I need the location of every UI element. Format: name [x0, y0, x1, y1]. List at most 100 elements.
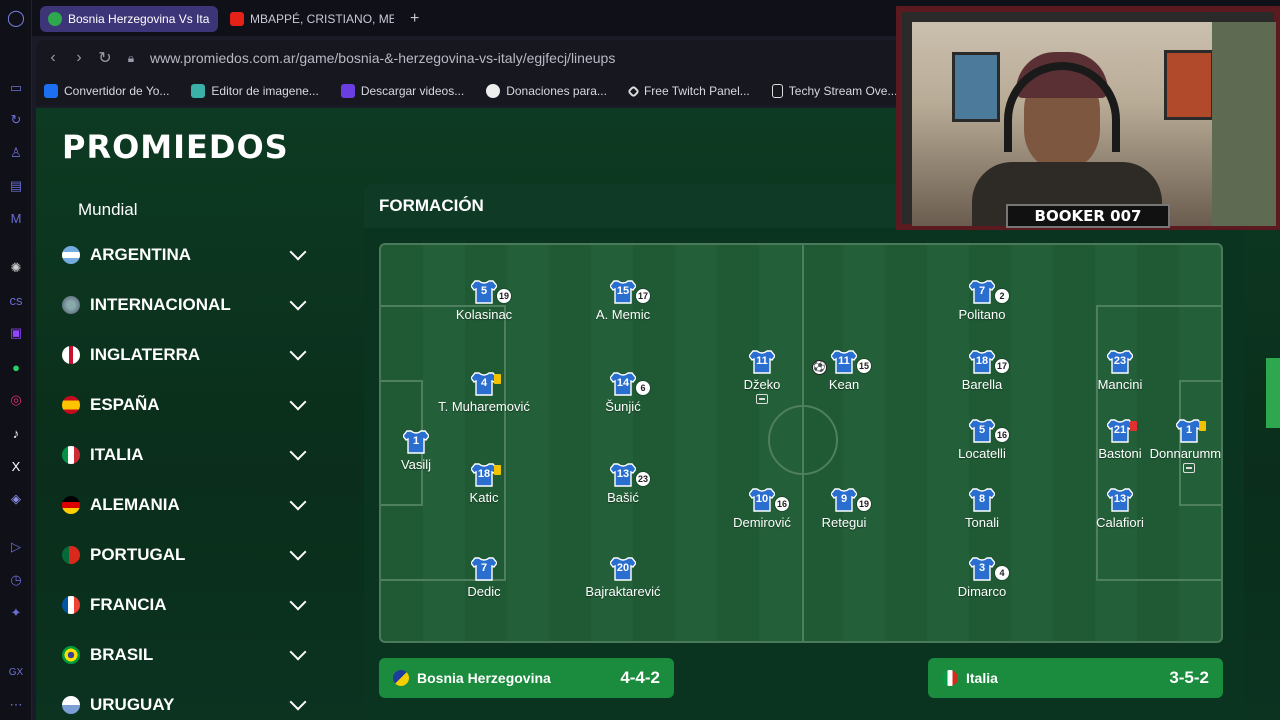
away-player[interactable]: 3 Dimarco 4 — [922, 557, 1042, 599]
play-icon[interactable]: ▷ — [6, 537, 26, 557]
refresh-icon[interactable]: ↻ — [6, 110, 26, 130]
away-player[interactable]: 23 Mancini — [1060, 350, 1180, 392]
shirt-number: 23 — [1113, 355, 1127, 367]
tab-active[interactable]: Bosnia Herzegovina Vs Ita — [40, 6, 218, 32]
league-item-argentina[interactable]: ARGENTINA — [62, 240, 312, 270]
league-item-inglaterra[interactable]: INGLATERRA — [62, 340, 312, 370]
bookmark-item[interactable]: Techy Stream Ove... — [771, 84, 897, 98]
home-team-bar[interactable]: Bosnia Herzegovina 4-4-2 — [379, 658, 674, 698]
scroll-accent — [1266, 358, 1280, 428]
player-name: Locatelli — [958, 446, 1006, 461]
league-item-alemania[interactable]: ALEMANIA — [62, 490, 312, 520]
sidebar-title[interactable]: Mundial — [78, 200, 138, 220]
shirt-number: 8 — [978, 493, 986, 505]
shirt-icon: 18 — [969, 350, 995, 374]
chevron-down-icon[interactable] — [289, 493, 307, 511]
shirt-number: 3 — [978, 562, 986, 574]
bookmark-item[interactable]: Free Twitch Panel... — [627, 84, 750, 98]
player-icon[interactable]: ▭ — [6, 78, 26, 98]
shirt-icon: 1 — [403, 430, 429, 454]
messenger-icon[interactable]: M — [6, 208, 26, 228]
league-name: INGLATERRA — [90, 345, 201, 364]
away-player[interactable]: 7 Politano 2 — [922, 280, 1042, 322]
bookmark-item[interactable]: Convertidor de Yo... — [44, 84, 169, 98]
league-name: ESPAÑA — [90, 395, 160, 414]
chevron-down-icon[interactable] — [289, 693, 307, 711]
home-player[interactable]: 5 Kolasinac 19 — [424, 280, 544, 322]
player-name: Politano — [958, 307, 1006, 322]
away-player[interactable]: 9 Retegui 19 — [784, 488, 904, 530]
away-team-bar[interactable]: Italia 3-5-2 — [928, 658, 1223, 698]
home-player[interactable]: 20 Bajraktarević — [563, 557, 683, 599]
cs-icon[interactable]: cs — [6, 290, 26, 310]
away-player[interactable]: 13 Calafiori — [1060, 488, 1180, 530]
chevron-down-icon[interactable] — [289, 393, 307, 411]
away-player[interactable]: 8 Tonali — [922, 488, 1042, 530]
tiktok-icon[interactable]: ♪ — [6, 423, 26, 443]
league-item-españa[interactable]: ESPAÑA — [62, 390, 312, 420]
twitch-icon[interactable]: ▣ — [6, 323, 26, 343]
flag-icon — [62, 496, 80, 514]
easy-setup-icon[interactable]: ▤ — [6, 176, 26, 196]
league-item-internacional[interactable]: INTERNACIONAL — [62, 290, 312, 320]
home-player[interactable]: 4 T. Muharemović — [424, 372, 544, 414]
away-player[interactable]: 11 Kean 15 ⚽ — [784, 350, 904, 392]
home-player[interactable]: 15 A. Memic 17 — [563, 280, 683, 322]
rating-badge: 19 — [856, 496, 872, 512]
league-item-francia[interactable]: FRANCIA — [62, 590, 312, 620]
shirt-number: 9 — [840, 493, 848, 505]
reload-icon[interactable]: ↻ — [92, 48, 118, 68]
league-name: BRASIL — [90, 645, 154, 664]
tab-youtube[interactable]: MBAPPÉ, CRISTIANO, MES — [222, 6, 394, 32]
back-icon[interactable]: ‹ — [40, 49, 66, 67]
home-player[interactable]: 7 Dedic — [424, 557, 544, 599]
bookmark-item[interactable]: Descargar videos... — [340, 84, 464, 98]
gx-icon[interactable]: GX — [6, 662, 26, 682]
chevron-down-icon[interactable] — [289, 543, 307, 561]
home-player[interactable]: 13 Bašić 23 — [563, 463, 683, 505]
league-item-brasil[interactable]: BRASIL — [62, 640, 312, 670]
instagram-icon[interactable]: ◎ — [6, 390, 26, 410]
player-name: Dimarco — [957, 584, 1007, 599]
whatsapp-icon[interactable]: ● — [6, 357, 26, 377]
chevron-down-icon[interactable] — [289, 293, 307, 311]
opera-logo-icon[interactable]: ◯ — [6, 8, 26, 28]
away-player[interactable]: 18 Barella 17 — [922, 350, 1042, 392]
bookmark-item[interactable]: Donaciones para... — [486, 84, 607, 98]
webcam-video — [912, 22, 1276, 226]
flag-icon — [62, 396, 80, 414]
lock-icon[interactable]: 🔒︎ — [118, 51, 144, 66]
league-name: INTERNACIONAL — [90, 295, 231, 314]
league-item-uruguay[interactable]: URUGUAY — [62, 690, 312, 720]
chevron-down-icon[interactable] — [289, 343, 307, 361]
bookmark-item[interactable]: Editor de imagene... — [191, 84, 319, 98]
league-item-portugal[interactable]: PORTUGAL — [62, 540, 312, 570]
shirt-icon: 14 — [610, 372, 636, 396]
tab-label: Bosnia Herzegovina Vs Ita — [68, 12, 210, 26]
chevron-down-icon[interactable] — [289, 643, 307, 661]
x-icon[interactable]: X — [6, 456, 26, 476]
more-icon[interactable]: ⋯ — [6, 695, 26, 715]
away-player[interactable]: 1 Donnarumma — [1129, 419, 1223, 473]
extensions-icon[interactable]: ✦ — [6, 603, 26, 623]
shirt-icon: 8 — [969, 488, 995, 512]
discord-icon[interactable]: ◈ — [6, 489, 26, 509]
home-player[interactable]: 14 Šunjić 6 — [563, 372, 683, 414]
url-field[interactable]: www.promiedos.com.ar/game/bosnia-&-herze… — [150, 50, 615, 66]
chevron-down-icon[interactable] — [289, 243, 307, 261]
chatgpt-icon[interactable]: ✺ — [6, 258, 26, 278]
shirt-number: 20 — [616, 562, 630, 574]
aria-icon[interactable]: ♙ — [6, 143, 26, 163]
history-icon[interactable]: ◷ — [6, 570, 26, 590]
player-name: Donnarumma — [1149, 446, 1223, 461]
site-logo[interactable]: PROMIEDOS — [62, 128, 289, 166]
chevron-down-icon[interactable] — [289, 443, 307, 461]
home-player[interactable]: 18 Katic — [424, 463, 544, 505]
shirt-number: 1 — [412, 435, 420, 447]
league-name: ARGENTINA — [90, 245, 192, 264]
league-item-italia[interactable]: ITALIA — [62, 440, 312, 470]
new-tab-button[interactable]: + — [402, 6, 428, 32]
chevron-down-icon[interactable] — [289, 593, 307, 611]
away-player[interactable]: 5 Locatelli 16 — [922, 419, 1042, 461]
forward-icon[interactable]: › — [66, 49, 92, 67]
